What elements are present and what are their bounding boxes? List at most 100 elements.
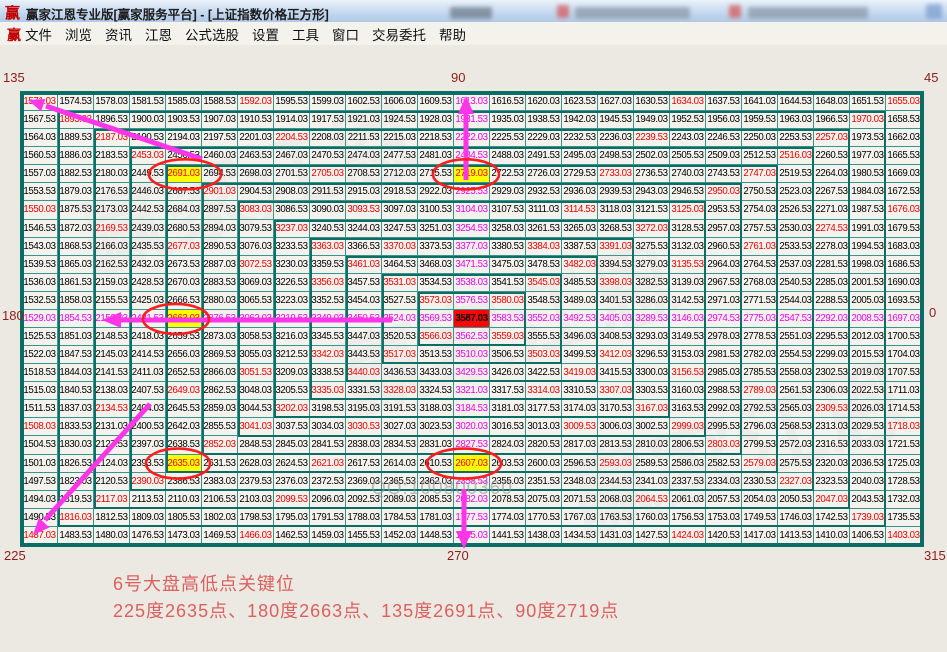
- cell-r21c4[interactable]: 2386.53: [166, 473, 202, 491]
- cell-r13c10[interactable]: 3520.53: [382, 328, 418, 346]
- cell-r22c19[interactable]: 2057.53: [706, 491, 742, 509]
- cell-r15c24[interactable]: 1707.53: [886, 364, 922, 382]
- cell-r10c2[interactable]: 2159.03: [94, 274, 130, 292]
- cell-r2c23[interactable]: 1973.53: [850, 129, 886, 147]
- cell-r18c18[interactable]: 2999.03: [670, 418, 706, 436]
- cell-r16c2[interactable]: 2138.03: [94, 382, 130, 400]
- cell-r24c21[interactable]: 1413.53: [778, 527, 814, 545]
- cell-r7c3[interactable]: 2439.03: [130, 220, 166, 238]
- cell-r23c9[interactable]: 1788.03: [346, 509, 382, 527]
- cell-r20c3[interactable]: 2393.53: [130, 455, 166, 473]
- cell-r13c0[interactable]: 1525.53: [22, 328, 58, 346]
- cell-r20c19[interactable]: 2582.53: [706, 455, 742, 473]
- blurred-window-button[interactable]: [926, 4, 942, 19]
- cell-r21c7[interactable]: 2376.03: [274, 473, 310, 491]
- cell-r7c7[interactable]: 3237.03: [274, 220, 310, 238]
- cell-r24c15[interactable]: 1434.53: [562, 527, 598, 545]
- cell-r3c16[interactable]: 2498.53: [598, 147, 634, 165]
- cell-r23c14[interactable]: 1770.53: [526, 509, 562, 527]
- cell-r13c14[interactable]: 3555.53: [526, 328, 562, 346]
- cell-r14c7[interactable]: 3212.53: [274, 346, 310, 364]
- cell-r24c16[interactable]: 1431.03: [598, 527, 634, 545]
- menu-item-10[interactable]: 帮助: [439, 24, 466, 44]
- cell-r5c16[interactable]: 2939.53: [598, 183, 634, 201]
- cell-r7c16[interactable]: 3268.53: [598, 220, 634, 238]
- cell-r16c3[interactable]: 2407.53: [130, 382, 166, 400]
- cell-r8c14[interactable]: 3384.03: [526, 238, 562, 256]
- cell-r19c16[interactable]: 2813.53: [598, 436, 634, 454]
- cell-r21c10[interactable]: 2365.53: [382, 473, 418, 491]
- cell-r2c4[interactable]: 2194.03: [166, 129, 202, 147]
- cell-r3c5[interactable]: 2460.03: [202, 147, 238, 165]
- cell-r21c13[interactable]: 2355.03: [490, 473, 526, 491]
- cell-r11c7[interactable]: 3223.03: [274, 292, 310, 310]
- cell-r4c15[interactable]: 2729.53: [562, 165, 598, 183]
- cell-r17c0[interactable]: 1511.53: [22, 400, 58, 418]
- cell-r1c13[interactable]: 1935.03: [490, 111, 526, 129]
- cell-r8c20[interactable]: 2761.03: [742, 238, 778, 256]
- cell-r13c9[interactable]: 3447.03: [346, 328, 382, 346]
- cell-r1c18[interactable]: 1952.53: [670, 111, 706, 129]
- menu-item-2[interactable]: 浏览: [65, 24, 92, 44]
- cell-r13c8[interactable]: 3345.53: [310, 328, 346, 346]
- cell-r16c0[interactable]: 1515.03: [22, 382, 58, 400]
- cell-r0c13[interactable]: 1616.53: [490, 93, 526, 111]
- cell-r23c18[interactable]: 1756.53: [670, 509, 706, 527]
- cell-r6c18[interactable]: 3125.03: [670, 201, 706, 219]
- cell-r9c2[interactable]: 2162.53: [94, 256, 130, 274]
- cell-r21c8[interactable]: 2372.53: [310, 473, 346, 491]
- cell-r21c6[interactable]: 2379.53: [238, 473, 274, 491]
- cell-r22c9[interactable]: 2092.53: [346, 491, 382, 509]
- cell-r15c7[interactable]: 3209.03: [274, 364, 310, 382]
- cell-r4c22[interactable]: 2264.03: [814, 165, 850, 183]
- cell-r17c10[interactable]: 3191.53: [382, 400, 418, 418]
- cell-r1c14[interactable]: 1938.53: [526, 111, 562, 129]
- cell-r8c1[interactable]: 1868.53: [58, 238, 94, 256]
- cell-r23c17[interactable]: 1760.03: [634, 509, 670, 527]
- cell-r1c5[interactable]: 1907.03: [202, 111, 238, 129]
- cell-r24c2[interactable]: 1480.03: [94, 527, 130, 545]
- cell-r9c11[interactable]: 3468.03: [418, 256, 454, 274]
- cell-r6c23[interactable]: 1987.53: [850, 201, 886, 219]
- cell-r23c3[interactable]: 1809.03: [130, 509, 166, 527]
- cell-r9c23[interactable]: 1998.03: [850, 256, 886, 274]
- cell-r7c12[interactable]: 3254.53: [454, 220, 490, 238]
- cell-r15c16[interactable]: 3415.53: [598, 364, 634, 382]
- cell-r4c11[interactable]: 2715.53: [418, 165, 454, 183]
- cell-r13c6[interactable]: 3058.53: [238, 328, 274, 346]
- cell-r5c23[interactable]: 1984.03: [850, 183, 886, 201]
- cell-r19c22[interactable]: 2316.53: [814, 436, 850, 454]
- cell-r23c16[interactable]: 1763.53: [598, 509, 634, 527]
- cell-r8c5[interactable]: 2890.53: [202, 238, 238, 256]
- cell-r7c24[interactable]: 1679.53: [886, 220, 922, 238]
- cell-r2c16[interactable]: 2236.03: [598, 129, 634, 147]
- cell-r16c9[interactable]: 3331.53: [346, 382, 382, 400]
- cell-r14c15[interactable]: 3499.53: [562, 346, 598, 364]
- cell-r12c3[interactable]: 2421.53: [130, 310, 166, 328]
- cell-r13c20[interactable]: 2778.53: [742, 328, 778, 346]
- cell-r4c18[interactable]: 2740.03: [670, 165, 706, 183]
- cell-r15c21[interactable]: 2558.03: [778, 364, 814, 382]
- cell-r4c14[interactable]: 2726.03: [526, 165, 562, 183]
- cell-r20c7[interactable]: 2624.53: [274, 455, 310, 473]
- cell-r19c12[interactable]: 2827.53: [454, 436, 490, 454]
- cell-r20c13[interactable]: 2603.53: [490, 455, 526, 473]
- cell-r8c17[interactable]: 3275.53: [634, 238, 670, 256]
- menu-item-4[interactable]: 江恩: [145, 24, 172, 44]
- cell-r19c2[interactable]: 2127.53: [94, 436, 130, 454]
- cell-r14c1[interactable]: 1847.53: [58, 346, 94, 364]
- cell-r8c9[interactable]: 3366.53: [346, 238, 382, 256]
- cell-r10c16[interactable]: 3398.03: [598, 274, 634, 292]
- cell-r22c21[interactable]: 2050.53: [778, 491, 814, 509]
- cell-r11c21[interactable]: 2544.03: [778, 292, 814, 310]
- cell-r11c8[interactable]: 3352.53: [310, 292, 346, 310]
- cell-r8c11[interactable]: 3373.53: [418, 238, 454, 256]
- cell-r4c8[interactable]: 2705.03: [310, 165, 346, 183]
- cell-r0c18[interactable]: 1634.03: [670, 93, 706, 111]
- cell-r14c5[interactable]: 2869.53: [202, 346, 238, 364]
- cell-r0c6[interactable]: 1592.03: [238, 93, 274, 111]
- cell-r21c2[interactable]: 2120.53: [94, 473, 130, 491]
- cell-r9c10[interactable]: 3464.53: [382, 256, 418, 274]
- cell-r10c10[interactable]: 3531.03: [382, 274, 418, 292]
- cell-r17c1[interactable]: 1837.03: [58, 400, 94, 418]
